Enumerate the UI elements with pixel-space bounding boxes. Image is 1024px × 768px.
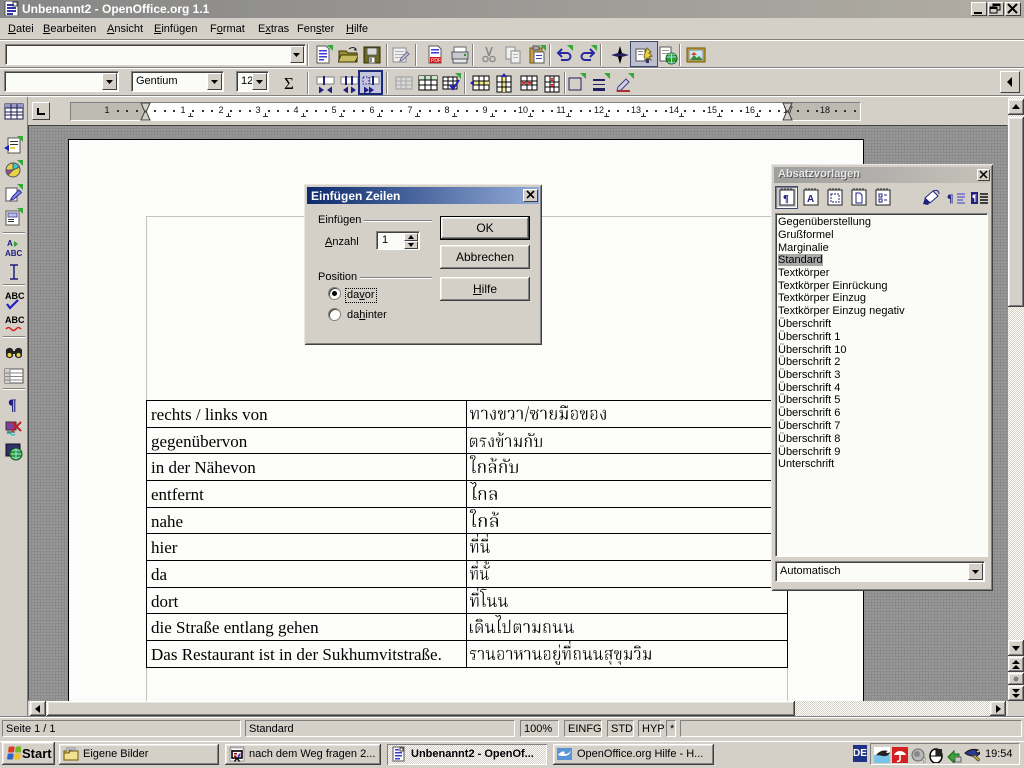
svg-text:¶: ¶ bbox=[8, 397, 17, 414]
svg-text:Σ: Σ bbox=[284, 74, 294, 93]
svg-text:¶: ¶ bbox=[947, 191, 953, 205]
svg-text:¶: ¶ bbox=[783, 193, 789, 205]
svg-text:ABC: ABC bbox=[5, 291, 24, 301]
svg-text:A: A bbox=[807, 194, 814, 205]
svg-text:ABC: ABC bbox=[5, 249, 23, 258]
svg-text:A: A bbox=[7, 239, 13, 248]
svg-text:PDF: PDF bbox=[431, 58, 441, 64]
svg-text:¶: ¶ bbox=[972, 193, 977, 203]
svg-text:ABC: ABC bbox=[5, 315, 24, 325]
